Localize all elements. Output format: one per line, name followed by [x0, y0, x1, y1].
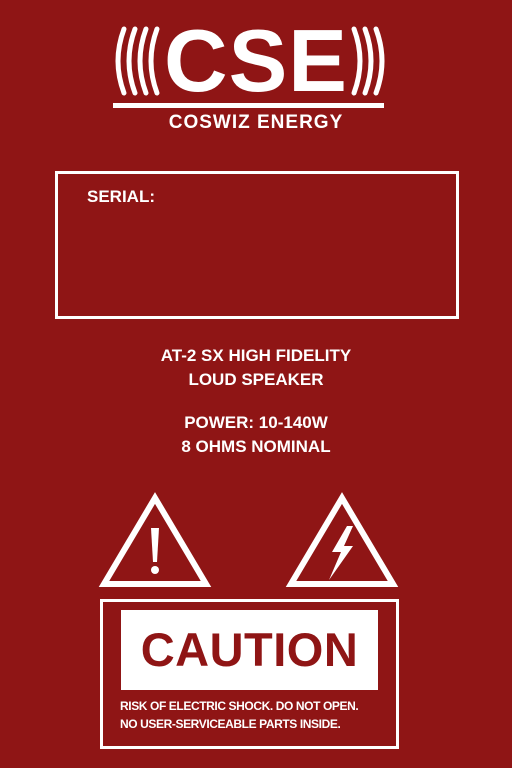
company-name: COSWIZ ENERGY	[168, 112, 344, 133]
serial-label: SERIAL:	[87, 187, 155, 206]
brand-logo: CSE COSWIZ ENERGY	[0, 0, 512, 140]
logo-underline	[113, 103, 384, 108]
impedance-rating: 8 OHMS NOMINAL	[181, 437, 331, 456]
logo-mark: CSE	[164, 11, 348, 110]
spec-gap	[0, 392, 512, 411]
exclamation-warning-icon	[98, 492, 212, 590]
caution-panel: CAUTION RISK OF ELECTRIC SHOCK. DO NOT O…	[100, 599, 399, 749]
caution-line-1: RISK OF ELECTRIC SHOCK. DO NOT OPEN.	[120, 699, 359, 713]
product-name-line1: AT-2 SX HIGH FIDELITY	[160, 346, 352, 365]
serial-box: SERIAL:	[55, 171, 459, 319]
power-rating: POWER: 10-140W	[184, 413, 328, 432]
caution-line-2: NO USER-SERVICEABLE PARTS INSIDE.	[120, 717, 341, 731]
caution-title: CAUTION	[121, 610, 378, 690]
product-name-line2: LOUD SPEAKER	[188, 370, 324, 389]
lightning-warning-icon	[285, 492, 399, 590]
caution-message: RISK OF ELECTRIC SHOCK. DO NOT OPEN. NO …	[120, 697, 392, 733]
product-specs: AT-2 SX HIGH FIDELITY LOUD SPEAKER POWER…	[0, 344, 512, 459]
